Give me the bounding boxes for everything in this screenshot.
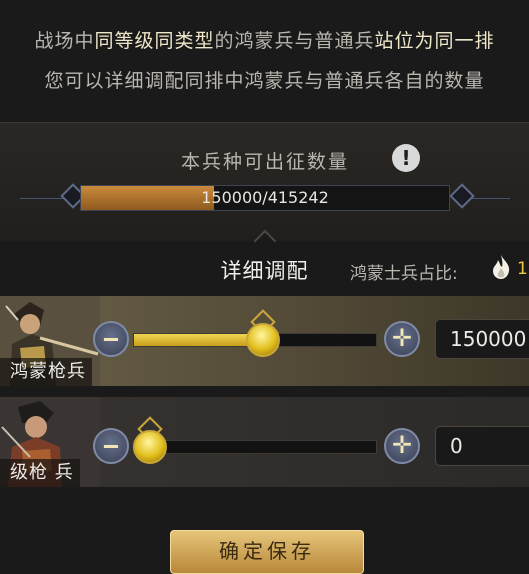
unit-row: 级枪 兵 ‒ ✛ 0 <box>0 397 529 487</box>
bar-divider-left <box>20 198 68 199</box>
decrease-button[interactable]: ‒ <box>93 321 129 357</box>
info-icon[interactable]: ! <box>392 144 420 172</box>
flame-icon <box>493 255 510 279</box>
decrease-button[interactable]: ‒ <box>93 428 129 464</box>
quota-progress-text: 150000/415242 <box>201 188 329 207</box>
quota-progress-bar: 150000/415242 <box>80 185 450 211</box>
quota-label: 本兵种可出征数量 <box>180 151 349 173</box>
unit-slider-track[interactable] <box>133 440 377 454</box>
info-text: 的鸿蒙兵与普通兵 <box>214 30 375 52</box>
confirm-save-button[interactable]: 确定保存 <box>170 530 364 574</box>
slider-knob[interactable] <box>133 430 167 464</box>
quota-panel <box>0 122 529 241</box>
info-highlight: 站位为同一排 <box>374 30 495 52</box>
increase-button[interactable]: ✛ <box>384 428 420 464</box>
info-line-2: 您可以详细调配同排中鸿蒙兵与普通兵各自的数量 <box>44 70 485 92</box>
increase-button[interactable]: ✛ <box>384 321 420 357</box>
info-highlight: 同等级同类型 <box>94 30 215 52</box>
unit-quantity-input[interactable]: 0 <box>435 426 529 466</box>
slider-knob[interactable] <box>246 323 281 357</box>
unit-name: 鸿蒙枪兵 <box>0 358 92 386</box>
bar-divider-right <box>466 198 510 199</box>
unit-row: 鸿蒙枪兵 ‒ ✛ 150000 <box>0 296 529 386</box>
info-line-1: 战场中同等级同类型的鸿蒙兵与普通兵站位为同一排 <box>0 26 529 53</box>
unit-quantity-input[interactable]: 150000 <box>435 319 529 359</box>
unit-slider-fill <box>134 334 265 346</box>
info-text: 战场中 <box>34 30 95 52</box>
ratio-label: 鸿蒙士兵占比: <box>350 264 458 284</box>
unit-name: 级枪 兵 <box>0 459 80 487</box>
ratio-value: 1 <box>517 259 528 279</box>
